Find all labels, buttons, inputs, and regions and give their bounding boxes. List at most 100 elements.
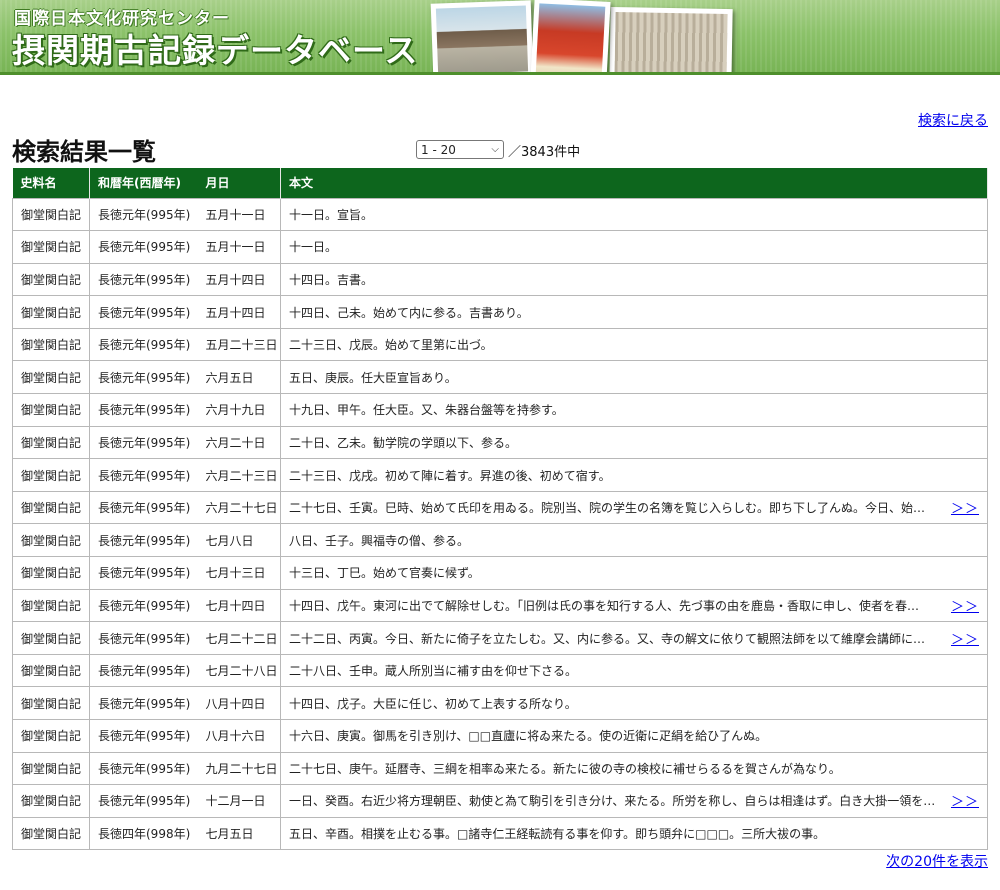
cell-source: 御堂関白記: [12, 621, 90, 655]
cell-text: 十四日、己未。始めて内に参る。吉書あり。: [280, 295, 988, 329]
entry-text: 八日、壬子。興福寺の僧、参る。: [289, 533, 470, 548]
column-header-date: 月日: [197, 168, 281, 198]
entry-text: 二十七日、庚午。延暦寺、三綱を相率ゐ来たる。新たに彼の寺の検校に補せらるるを賀さ…: [289, 761, 841, 776]
cell-era: 長徳元年(995年): [89, 686, 198, 720]
show-more-link[interactable]: ＞＞: [951, 596, 979, 615]
cell-source: 御堂関白記: [12, 262, 90, 297]
entry-text: 一日、癸酉。右近少将方理朝臣、勅使と為て駒引を引き分け、来たる。所労を称し、自ら…: [289, 794, 936, 809]
cell-source: 御堂関白記: [12, 588, 90, 623]
table-row: 御堂関白記 長徳元年(995年) 五月十一日 十一日。: [12, 230, 988, 264]
cell-era: 長徳元年(995年): [89, 295, 198, 329]
cell-date: 六月二十日: [197, 425, 281, 460]
entry-text: 十一日。宣旨。: [289, 207, 374, 222]
cell-source: 御堂関白記: [12, 751, 90, 786]
table-row: 御堂関白記 長徳元年(995年) 七月二十二日 二十二日、丙寅。今日、新たに倚子を立た…: [12, 621, 988, 655]
show-more-link[interactable]: ＞＞: [951, 791, 979, 810]
column-header-text: 本文: [280, 168, 988, 198]
cell-text: 十一日。: [280, 230, 988, 264]
cell-source: 御堂関白記: [12, 490, 90, 525]
cell-source: 御堂関白記: [12, 523, 90, 558]
table-row: 御堂関白記 長徳四年(998年) 七月五日 五日、辛酉。相撲を止むる事。□諸寺仁王経転…: [12, 816, 988, 851]
cell-date: 七月十三日: [197, 556, 281, 590]
cell-era: 長徳元年(995年): [89, 458, 198, 492]
cell-era: 長徳元年(995年): [89, 719, 198, 753]
table-row: 御堂関白記 長徳元年(995年) 六月二十三日 二十三日、戊戌。初めて陣に着す。昇進の…: [12, 458, 988, 492]
back-to-search-link[interactable]: 検索に戻る: [918, 110, 988, 130]
entry-text: 二十八日、壬申。蔵人所別当に補す由を仰せ下さる。: [289, 664, 578, 679]
table-row: 御堂関白記 長徳元年(995年) 七月十三日 十三日、丁巳。始めて官奏に候ず。: [12, 556, 988, 590]
cell-era: 長徳元年(995年): [89, 523, 198, 558]
table-row: 御堂関白記 長徳元年(995年) 五月十四日 十四日。吉書。: [12, 262, 988, 297]
cell-text: 八日、壬子。興福寺の僧、参る。: [280, 523, 988, 558]
cell-date: 七月五日: [197, 816, 281, 851]
cell-date: 六月二十三日: [197, 458, 281, 492]
table-row: 御堂関白記 長徳元年(995年) 五月十四日 十四日、己未。始めて内に参る。吉書あり。: [12, 295, 988, 329]
entry-text: 二十三日、戊戌。初めて陣に着す。昇進の後、初めて宿す。: [289, 468, 611, 483]
cell-source: 御堂関白記: [12, 327, 90, 362]
table-row: 御堂関白記 長徳元年(995年) 六月十九日 十九日、甲午。任大臣。又、朱器台盤等を持…: [12, 393, 988, 427]
table-row: 御堂関白記 長徳元年(995年) 七月二十八日 二十八日、壬申。蔵人所別当に補す由を仰…: [12, 653, 988, 688]
show-more-link[interactable]: ＞＞: [951, 498, 979, 517]
cell-source: 御堂関白記: [12, 458, 90, 492]
cell-text: 十四日、戊子。大臣に任じ、初めて上表する所なり。: [280, 686, 988, 720]
column-header-era: 和暦年(西暦年): [89, 168, 198, 198]
cell-date: 六月五日: [197, 360, 281, 395]
cell-era: 長徳元年(995年): [89, 230, 198, 264]
cell-era: 長徳元年(995年): [89, 262, 198, 297]
table-row: 御堂関白記 長徳元年(995年) 七月十四日 十四日、戊午。東河に出でて解除せしむ。「…: [12, 588, 988, 623]
cell-date: 七月二十二日: [197, 621, 281, 655]
column-header-source: 史料名: [12, 168, 90, 198]
cell-text: 十六日、庚寅。御馬を引き別け、□□直廬に将ゐ来たる。使の近衛に疋絹を給ひ了んぬ。: [280, 719, 988, 753]
cell-era: 長徳元年(995年): [89, 360, 198, 395]
table-row: 御堂関白記 長徳元年(995年) 八月十四日 十四日、戊子。大臣に任じ、初めて上表する…: [12, 686, 988, 720]
cell-source: 御堂関白記: [12, 686, 90, 720]
cell-source: 御堂関白記: [12, 197, 90, 232]
header-photo-red-gate: [529, 0, 611, 72]
entry-text: 二十三日、戊辰。始めて里第に出づ。: [289, 338, 493, 353]
cell-date: 六月十九日: [197, 393, 281, 427]
header-banner: 国際日本文化研究センター 摂関期古記録データベース: [0, 0, 1000, 75]
results-body: 御堂関白記 長徳元年(995年) 五月十一日 十一日。宣旨。 御堂関白記 長徳元年(995…: [12, 197, 988, 851]
cell-text: 二十七日、壬寅。巳時、始めて氏印を用ゐる。院別当、院の学生の名簿を覧じ入らしむ。…: [280, 490, 988, 525]
cell-text: 一日、癸酉。右近少将方理朝臣、勅使と為て駒引を引き分け、来たる。所労を称し、自ら…: [280, 784, 988, 818]
cell-source: 御堂関白記: [12, 816, 90, 851]
cell-source: 御堂関白記: [12, 360, 90, 395]
cell-text: 二十三日、戊辰。始めて里第に出づ。: [280, 327, 988, 362]
range-select[interactable]: 1 - 20 ⌵: [416, 140, 504, 159]
entry-text: 二十日、乙未。勧学院の学頭以下、参る。: [289, 435, 518, 450]
cell-era: 長徳元年(995年): [89, 784, 198, 818]
show-more-link[interactable]: ＞＞: [951, 629, 979, 648]
cell-era: 長徳元年(995年): [89, 751, 198, 786]
entry-text: 十三日、丁巳。始めて官奏に候ず。: [289, 566, 480, 581]
cell-text: 十一日。宣旨。: [280, 197, 988, 232]
cell-date: 七月二十八日: [197, 653, 281, 688]
entry-text: 十四日。吉書。: [289, 272, 374, 287]
entry-text: 十四日、戊午。東河に出でて解除せしむ。「旧例は氏の事を知行する人、先づ事の由を鹿…: [289, 598, 920, 613]
table-row: 御堂関白記 長徳元年(995年) 十二月一日 一日、癸酉。右近少将方理朝臣、勅使と為て…: [12, 784, 988, 818]
cell-date: 七月八日: [197, 523, 281, 558]
cell-source: 御堂関白記: [12, 556, 90, 590]
table-row: 御堂関白記 長徳元年(995年) 六月二十七日 二十七日、壬寅。巳時、始めて氏印を用ゐ…: [12, 490, 988, 525]
cell-text: 十三日、丁巳。始めて官奏に候ず。: [280, 556, 988, 590]
table-row: 御堂関白記 長徳元年(995年) 六月五日 五日、庚辰。任大臣宣旨あり。: [12, 360, 988, 395]
cell-date: 五月十四日: [197, 295, 281, 329]
cell-date: 八月十六日: [197, 719, 281, 753]
table-row: 御堂関白記 長徳元年(995年) 六月二十日 二十日、乙未。勧学院の学頭以下、参る。: [12, 425, 988, 460]
cell-text: 五日、辛酉。相撲を止むる事。□諸寺仁王経転読有る事を仰す。即ち頭弁に□□□。三所…: [280, 816, 988, 851]
cell-date: 五月二十三日: [197, 327, 281, 362]
header-photo-temple-gate: [430, 0, 534, 72]
cell-era: 長徳元年(995年): [89, 393, 198, 427]
next-page-link[interactable]: 次の20件を表示: [886, 851, 988, 871]
cell-source: 御堂関白記: [12, 784, 90, 818]
entry-text: 二十二日、丙寅。今日、新たに倚子を立たしむ。又、内に参る。又、寺の解文に依りて観…: [289, 631, 926, 646]
cell-text: 二十七日、庚午。延暦寺、三綱を相率ゐ来たる。新たに彼の寺の検校に補せらるるを賀さ…: [280, 751, 988, 786]
entry-text: 十四日、己未。始めて内に参る。吉書あり。: [289, 305, 529, 320]
cell-date: 七月十四日: [197, 588, 281, 623]
cell-text: 二十二日、丙寅。今日、新たに倚子を立たしむ。又、内に参る。又、寺の解文に依りて観…: [280, 621, 988, 655]
cell-era: 長徳元年(995年): [89, 197, 198, 232]
cell-text: 五日、庚辰。任大臣宣旨あり。: [280, 360, 988, 395]
cell-date: 五月十四日: [197, 262, 281, 297]
entry-text: 十六日、庚寅。御馬を引き別け、□□直廬に将ゐ来たる。使の近衛に疋絹を給ひ了んぬ。: [289, 729, 768, 744]
cell-source: 御堂関白記: [12, 425, 90, 460]
range-select-value: 1 - 20: [421, 142, 456, 157]
